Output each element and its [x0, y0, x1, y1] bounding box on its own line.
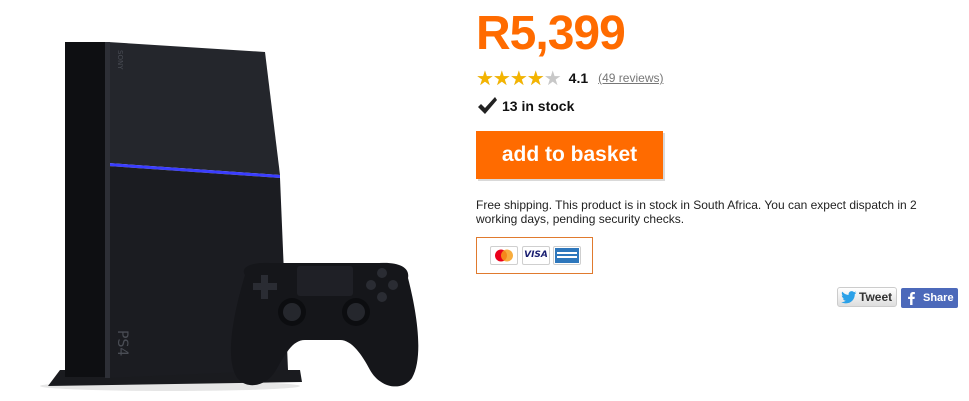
facebook-icon — [908, 292, 915, 305]
svg-text:SONY: SONY — [116, 50, 124, 70]
product-image: PS4 SONY — [40, 42, 419, 391]
rating-row: ★★★★★ ★★★★★ 4.1 (49 reviews) — [476, 68, 663, 88]
stock-text: 13 in stock — [502, 98, 575, 114]
star-rating: ★★★★★ ★★★★★ — [476, 66, 562, 90]
mastercard-icon — [490, 246, 518, 265]
facebook-share-button[interactable]: Share — [901, 288, 958, 308]
stock-status: 13 in stock — [476, 96, 574, 116]
checkmark-icon — [478, 97, 497, 114]
visa-icon: VISA — [522, 246, 550, 265]
product-price: R5,399 — [476, 7, 626, 60]
add-to-basket-button[interactable]: add to basket — [476, 131, 663, 179]
payment-methods: VISA — [476, 237, 593, 274]
tweet-label: Tweet — [859, 290, 893, 304]
share-label: Share — [923, 292, 954, 304]
twitter-bird-icon — [841, 290, 857, 303]
shipping-info: Free shipping. This product is in stock … — [476, 198, 917, 226]
rating-value: 4.1 — [568, 70, 589, 86]
tweet-button[interactable]: Tweet — [837, 287, 897, 307]
amex-icon — [553, 246, 581, 265]
reviews-link[interactable]: (49 reviews) — [598, 71, 663, 85]
visa-label: VISA — [524, 250, 548, 260]
svg-text:PS4: PS4 — [114, 330, 130, 356]
